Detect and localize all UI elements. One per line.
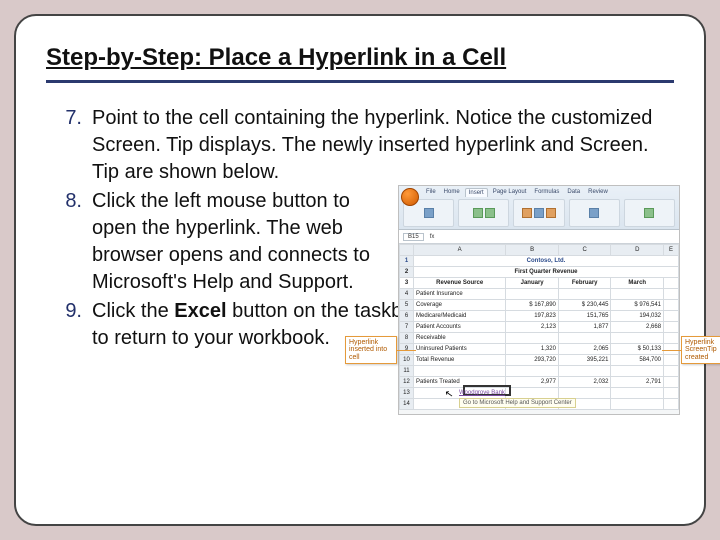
tab-home: Home — [441, 188, 463, 197]
sheet-title: Contoso, Ltd. — [414, 256, 679, 267]
col-b: B — [506, 245, 559, 256]
col-e: E — [664, 245, 679, 256]
ribbon: File Home Insert Page Layout Formulas Da… — [399, 186, 679, 230]
ribbon-tabs: File Home Insert Page Layout Formulas Da… — [399, 186, 679, 197]
tab-data: Data — [564, 188, 583, 197]
step-bold: Excel — [174, 300, 226, 322]
step-8: 8. Click the left mouse button to open t… — [46, 188, 386, 296]
tab-pagelayout: Page Layout — [490, 188, 530, 197]
tab-formulas: Formulas — [531, 188, 562, 197]
ribbon-groups — [399, 197, 679, 229]
formula-bar: B15 fx — [399, 230, 679, 244]
step-text: Click the left mouse button to open the … — [92, 190, 370, 293]
content-area: 7. Point to the cell containing the hype… — [46, 105, 674, 352]
sheet-subtitle: First Quarter Revenue — [414, 267, 679, 278]
worksheet-grid: A B C D E 1Contoso, Ltd. 2First Quarter … — [399, 244, 679, 410]
col-corner — [400, 245, 414, 256]
step-text-a: Click the — [92, 300, 174, 322]
step-number: 8. — [46, 188, 82, 215]
col-a: A — [414, 245, 506, 256]
fx-label: fx — [430, 234, 435, 240]
callout-hyperlink-inserted: Hyperlink inserted into cell — [345, 336, 397, 364]
excel-screenshot: File Home Insert Page Layout Formulas Da… — [398, 185, 680, 415]
hyperlink-text: Woodgrove Bank — [459, 390, 505, 396]
mouse-cursor-icon: ↖ — [444, 388, 454, 400]
col-d: D — [611, 245, 664, 256]
slide-frame: Step-by-Step: Place a Hyperlink in a Cel… — [14, 14, 706, 526]
step-number: 9. — [46, 298, 82, 325]
screentip-box: Go to Microsoft Help and Support Center — [459, 398, 576, 408]
sheet-table: A B C D E 1Contoso, Ltd. 2First Quarter … — [399, 244, 679, 410]
step-number: 7. — [46, 105, 82, 132]
tab-review: Review — [585, 188, 611, 197]
tab-insert: Insert — [465, 188, 488, 197]
col-c: C — [558, 245, 611, 256]
step-7: 7. Point to the cell containing the hype… — [46, 105, 674, 186]
office-orb-icon — [401, 188, 419, 206]
tab-file: File — [423, 188, 439, 197]
name-box: B15 — [403, 233, 424, 241]
callout-screentip-created: Hyperlink ScreenTip created — [681, 336, 720, 364]
step-text: Point to the cell containing the hyperli… — [92, 107, 652, 183]
slide-title: Step-by-Step: Place a Hyperlink in a Cel… — [46, 44, 674, 83]
